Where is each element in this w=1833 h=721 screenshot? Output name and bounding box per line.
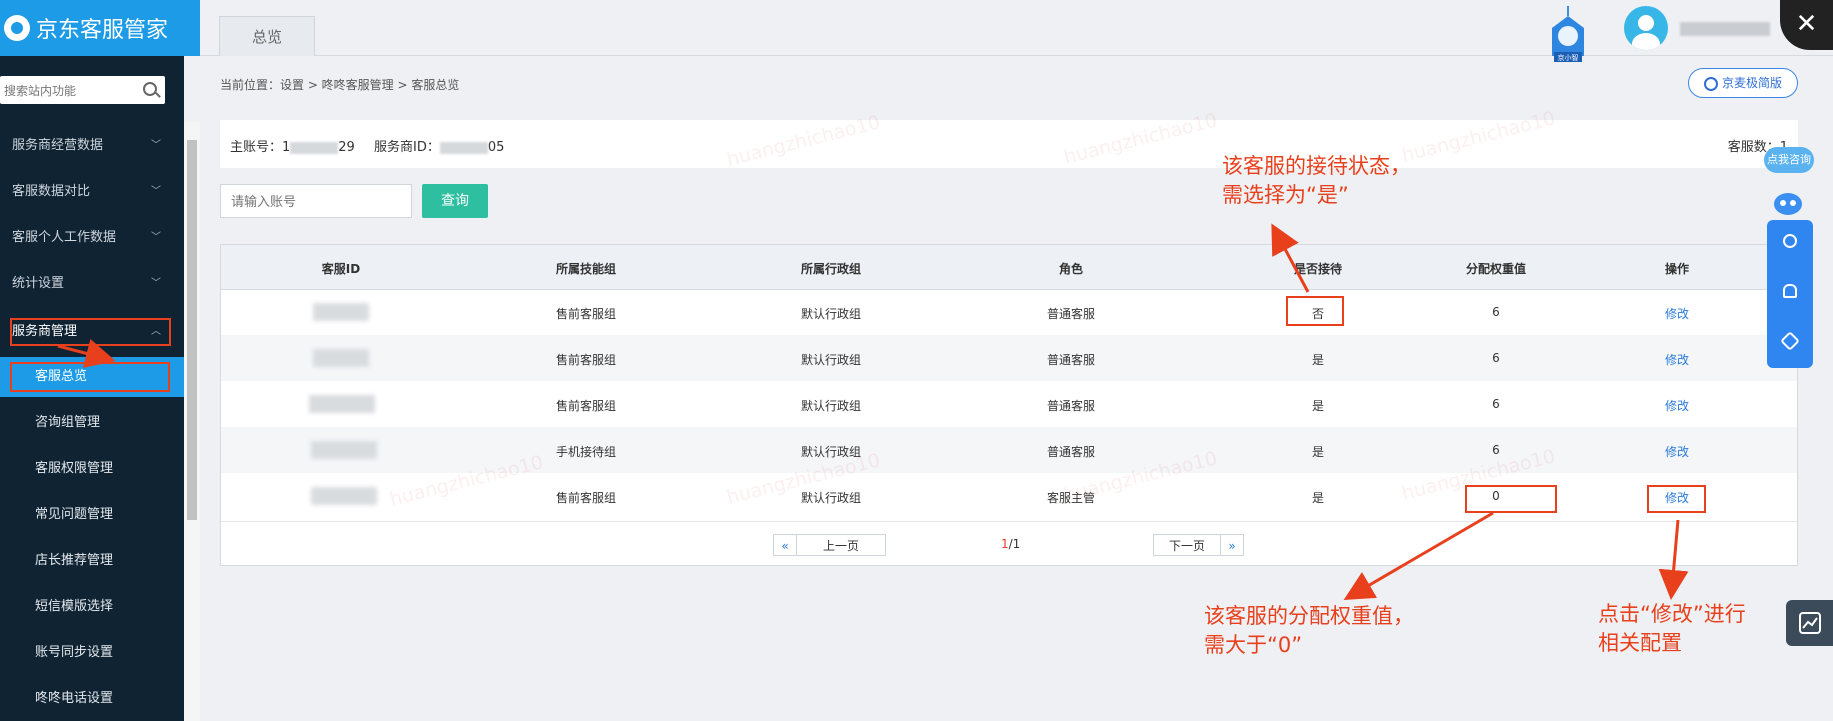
annotation-reception-note: 该客服的接待状态， 需选择为“是” <box>1222 154 1411 207</box>
annotation-arrows <box>57 223 1689 601</box>
annotation-edit-note: 点击“修改”进行 相关配置 <box>1598 602 1746 655</box>
arrow-reception <box>1271 223 1310 293</box>
arrow-edit <box>1658 519 1689 600</box>
floating-toolbar <box>1767 220 1813 368</box>
wrench-icon[interactable] <box>1780 331 1800 351</box>
logo-mark-icon <box>4 15 30 41</box>
annotation-weight-note: 该客服的分配权重值， 需大于“0” <box>1204 604 1414 657</box>
lightbulb-icon[interactable] <box>1783 234 1797 248</box>
robot-assistant-icon[interactable] <box>1770 184 1806 220</box>
bell-icon[interactable] <box>1783 284 1797 298</box>
arrow-sidebar <box>57 338 116 368</box>
app-logo[interactable]: 京东客服管家 <box>0 0 200 56</box>
logo-text: 京东客服管家 <box>36 18 169 43</box>
chart-button[interactable] <box>1786 600 1833 646</box>
arrow-weight <box>1343 511 1494 601</box>
trend-chart-icon <box>1799 612 1821 634</box>
consult-button[interactable]: 点我咨询 <box>1764 147 1814 173</box>
